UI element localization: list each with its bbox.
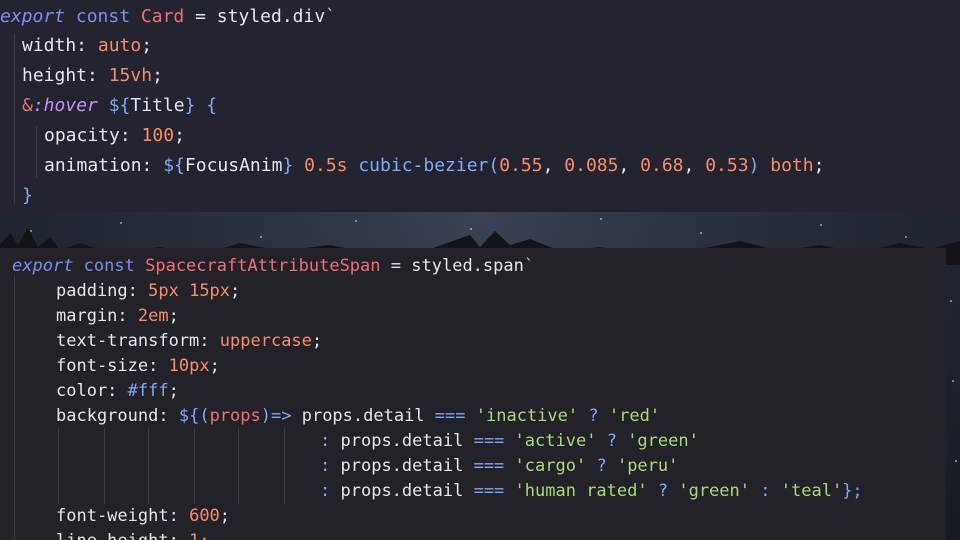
code-line: line-height: 1;	[56, 529, 210, 540]
code-line: : props.detail === 'cargo' ? 'peru'	[320, 456, 679, 476]
code-line: &:hover ${Title} {	[22, 95, 218, 116]
code-line: padding: 5px 15px;	[56, 281, 241, 301]
indent-guide	[148, 428, 149, 504]
code-line: export const SpacecraftAttributeSpan = s…	[12, 256, 535, 276]
code-line: opacity: 100;	[44, 125, 185, 146]
indent-guide	[36, 126, 37, 178]
code-line: height: 15vh;	[22, 65, 163, 86]
code-line: background: ${(props)=> props.detail ===…	[56, 406, 661, 426]
code-snippet-card: export const Card = styled.div` width: a…	[0, 0, 960, 212]
code-line: color: #fff;	[56, 381, 179, 401]
indent-guide	[58, 428, 59, 504]
indent-guide	[14, 34, 15, 204]
code-line: animation: ${FocusAnim} 0.5s cubic-bezie…	[44, 155, 825, 176]
code-line: text-transform: uppercase;	[56, 331, 323, 351]
code-line: : props.detail === 'human rated' ? 'gree…	[320, 481, 863, 501]
indent-guide	[284, 428, 285, 504]
code-line: font-size: 10px;	[56, 356, 220, 376]
indent-guide	[194, 428, 195, 504]
indent-guide	[104, 428, 105, 504]
code-line: width: auto;	[22, 35, 153, 56]
indent-guide	[14, 276, 15, 540]
code-line: : props.detail === 'active' ? 'green'	[320, 431, 699, 451]
code-line: margin: 2em;	[56, 306, 179, 326]
code-line: font-weight: 600;	[56, 506, 231, 526]
indent-guide	[238, 428, 239, 504]
code-snippet-span: export const SpacecraftAttributeSpan = s…	[0, 248, 946, 540]
code-line: }	[22, 185, 33, 206]
code-line: export const Card = styled.div`	[0, 6, 337, 27]
